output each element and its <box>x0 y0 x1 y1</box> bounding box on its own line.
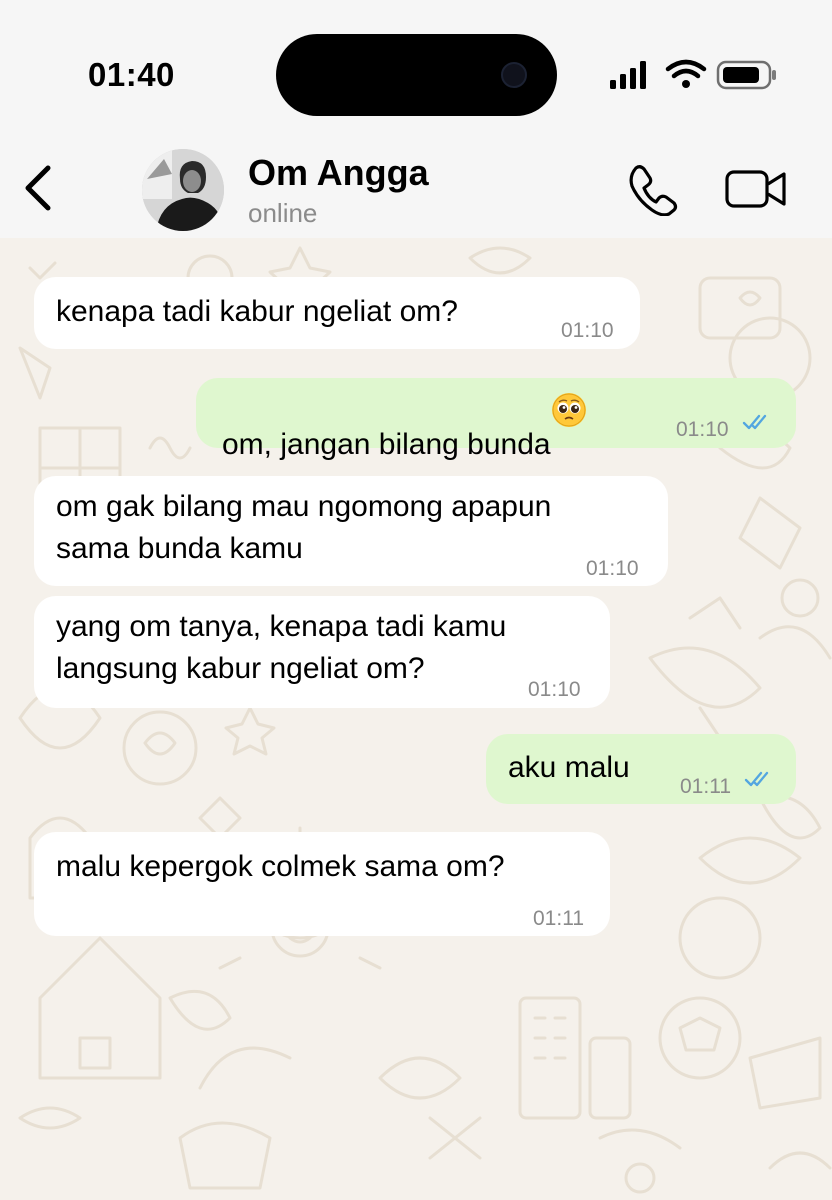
video-call-icon[interactable] <box>724 164 788 214</box>
message-bubble-outgoing[interactable]: aku malu 01:11 <box>486 734 796 804</box>
message-text: kenapa tadi kabur ngeliat om? <box>56 295 458 328</box>
message-bubble-incoming[interactable]: kenapa tadi kabur ngeliat om? 01:10 <box>34 277 640 349</box>
chat-header: 01:40 Om Angga online <box>0 0 832 238</box>
message-bubble-outgoing[interactable]: om, jangan bilang bunda 01:10 <box>196 378 796 461</box>
message-bubble-incoming[interactable]: malu kepergok colmek sama om? 01:11 <box>34 832 610 936</box>
status-time: 01:40 <box>88 56 175 93</box>
camera-dot <box>501 62 527 88</box>
message-text: malu kepergok colmek sama om? <box>56 850 505 883</box>
read-ticks-icon <box>744 771 769 787</box>
message-time: 01:10 <box>586 557 639 580</box>
message-time: 01:10 <box>528 678 581 701</box>
message-time: 01:10 <box>676 418 729 441</box>
contact-name[interactable]: Om Angga <box>248 152 429 194</box>
battery-icon <box>716 60 776 90</box>
contact-status: online <box>248 198 318 228</box>
message-text: om, jangan bilang bunda <box>222 393 586 464</box>
message-text-line: langsung kabur ngeliat om? <box>56 652 425 685</box>
phone-call-icon[interactable] <box>626 162 680 216</box>
message-text-line: yang om tanya, kenapa tadi kamu <box>56 610 507 643</box>
message-text: aku malu <box>508 751 630 784</box>
read-ticks-icon <box>742 414 767 430</box>
status-icons <box>610 59 776 90</box>
message-bubble-incoming[interactable]: om gak bilang mau ngomong apapun sama bu… <box>34 476 668 586</box>
back-chevron-icon[interactable] <box>18 160 66 216</box>
dynamic-island <box>276 34 557 116</box>
pleading-face-emoji <box>551 393 586 427</box>
message-time: 01:10 <box>561 319 614 342</box>
message-text-line: sama bunda kamu <box>56 532 303 565</box>
avatar[interactable] <box>142 149 224 231</box>
message-time: 01:11 <box>533 907 584 930</box>
signal-icon <box>610 61 646 89</box>
avatar-photo <box>142 149 224 231</box>
message-text-line: om gak bilang mau ngomong apapun <box>56 490 552 523</box>
message-time: 01:11 <box>680 775 731 798</box>
wifi-icon <box>665 59 707 88</box>
message-bubble-incoming[interactable]: yang om tanya, kenapa tadi kamu langsung… <box>34 596 610 708</box>
